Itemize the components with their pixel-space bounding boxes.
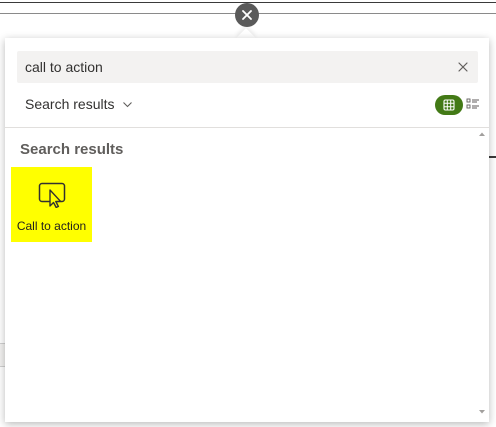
- scroll-up-icon[interactable]: [478, 130, 486, 138]
- search-box: [17, 51, 478, 83]
- result-item-call-to-action[interactable]: Call to action: [11, 167, 92, 242]
- close-icon: [242, 10, 252, 20]
- cursor-click-icon: [38, 182, 65, 208]
- result-item-label: Call to action: [16, 219, 87, 233]
- dismiss-icon[interactable]: [456, 60, 470, 74]
- toolbox-panel: Search results Search results Call to ac…: [5, 38, 489, 422]
- results-filter-dropdown[interactable]: Search results: [25, 94, 133, 114]
- results-scrollbar[interactable]: [477, 128, 487, 418]
- list-view-icon[interactable]: [466, 97, 480, 111]
- close-button[interactable]: [235, 3, 259, 27]
- grid-view-button[interactable]: [435, 95, 463, 115]
- search-input[interactable]: [25, 51, 445, 83]
- scroll-down-icon[interactable]: [478, 408, 486, 416]
- grid-view-icon: [443, 99, 455, 111]
- results-heading: Search results: [20, 141, 124, 158]
- chevron-down-icon: [123, 101, 133, 107]
- panel-divider: [5, 127, 489, 128]
- results-filter-label: Search results: [25, 96, 115, 112]
- background-rule-right: [488, 156, 496, 158]
